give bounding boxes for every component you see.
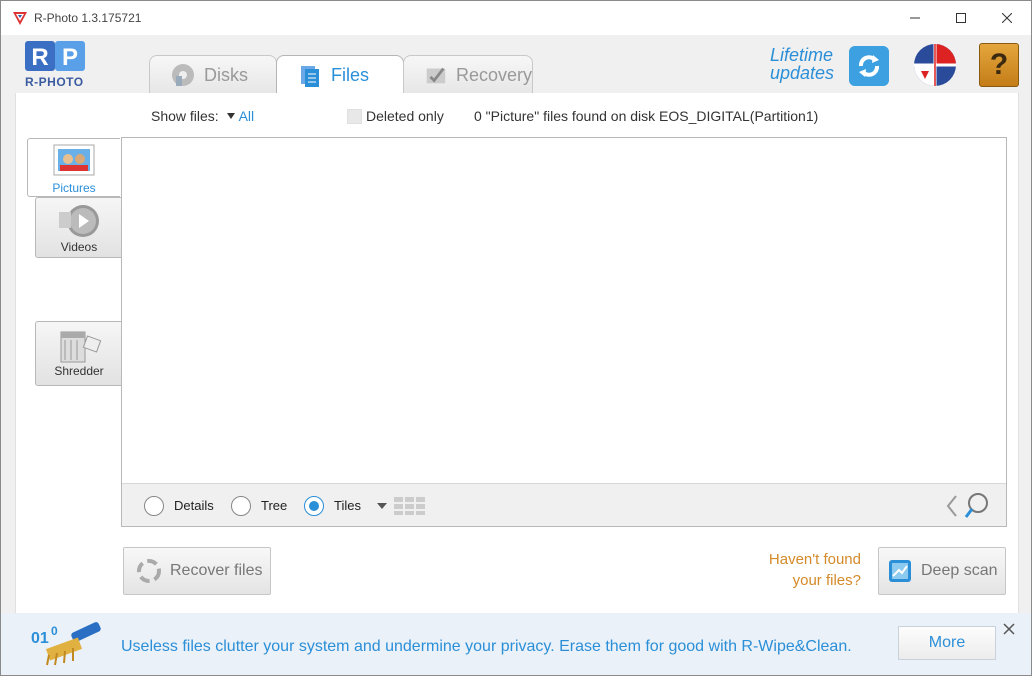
sidebar-item-pictures[interactable]: Pictures (27, 138, 120, 197)
maximize-button[interactable] (938, 1, 984, 35)
recover-files-label: Recover files (170, 562, 263, 579)
tab-disks[interactable]: Disks (149, 55, 277, 94)
search-icon[interactable] (944, 490, 994, 522)
sidebar-item-label: Pictures (52, 181, 96, 195)
tab-files[interactable]: Files (276, 55, 404, 95)
files-panel: Details Tree Tiles (121, 137, 1007, 527)
help-button[interactable]: ? (979, 43, 1019, 87)
title-bar: R-Photo 1.3.175721 (1, 1, 1031, 35)
details-label: Details (174, 498, 214, 513)
disk-icon (172, 64, 194, 86)
window-title: R-Photo 1.3.175721 (34, 11, 142, 25)
ad-text: Useless files clutter your system and un… (121, 638, 852, 655)
sidebar-item-shredder[interactable]: Shredder (35, 321, 123, 386)
recovery-icon (426, 67, 446, 84)
close-button[interactable] (984, 1, 1030, 35)
checkbox-box[interactable] (347, 108, 362, 124)
video-play-icon (59, 205, 99, 237)
chevron-down-icon (226, 113, 235, 120)
deleted-only-checkbox[interactable]: Deleted only (347, 108, 444, 124)
minimize-icon (910, 17, 920, 19)
sidebar-item-label: Shredder (54, 364, 104, 378)
r-photo-logo-icon: R P (25, 41, 85, 71)
svg-text:01: 01 (31, 630, 49, 647)
show-files-label: Show files: (151, 108, 219, 124)
minimize-button[interactable] (892, 1, 938, 35)
deleted-only-label: Deleted only (366, 108, 444, 124)
havent-line2: your files? (792, 572, 861, 589)
question-icon: ? (989, 48, 1009, 81)
sidebar-item-videos[interactable]: Videos (35, 197, 123, 258)
ad-banner: 01 0 Useless files clutter your system a… (1, 613, 1031, 675)
tile-size-dropdown-icon[interactable] (377, 503, 387, 509)
tab-recovery[interactable]: Recovery (403, 55, 533, 94)
lifetime-updates-link[interactable]: Lifetime updates (770, 46, 834, 82)
maximize-icon (956, 13, 966, 23)
recover-files-button[interactable]: Recover files (123, 547, 271, 595)
tab-label: Files (331, 65, 370, 85)
view-mode-bar: Details Tree Tiles (122, 483, 1006, 526)
sidebar-item-label: Videos (60, 240, 98, 254)
more-button[interactable]: More (898, 626, 996, 660)
app-window: R-Photo 1.3.175721 R P R-PHOTO Disks Fil… (0, 0, 1032, 676)
ad-close-icon[interactable] (1001, 621, 1017, 637)
deep-scan-button[interactable]: Deep scan (878, 547, 1006, 595)
language-flag-icon[interactable] (913, 43, 957, 87)
tiles-radio[interactable] (304, 496, 324, 516)
deep-scan-label: Deep scan (921, 562, 998, 579)
tree-radio[interactable] (231, 496, 251, 516)
logo-text: R-PHOTO (25, 75, 84, 89)
svg-text:0: 0 (51, 624, 58, 638)
status-text: 0 "Picture" files found on disk EOS_DIGI… (474, 108, 819, 124)
close-icon (1002, 13, 1012, 23)
pictures-icon (53, 144, 95, 176)
files-icon (301, 65, 319, 87)
right-frame (1017, 93, 1031, 613)
updates-line1: Lifetime (770, 45, 834, 65)
havent-found-text: Haven't found your files? (741, 549, 861, 591)
havent-line1: Haven't found (768, 551, 861, 568)
recycle-icon (137, 559, 161, 583)
tab-label: Recovery (455, 64, 532, 85)
tree-label: Tree (261, 498, 288, 513)
svg-text:R: R (31, 44, 48, 71)
left-frame (1, 93, 15, 613)
wipe-clean-brush-icon: 01 0 (31, 622, 101, 666)
show-files-filter[interactable]: Show files: All (151, 108, 254, 124)
r-photo-app-icon (13, 12, 27, 25)
svg-text:P: P (62, 44, 78, 71)
tiles-label: Tiles (334, 498, 361, 513)
tab-label: Disks (204, 64, 248, 85)
deep-scan-icon (889, 560, 911, 582)
shredder-icon (60, 331, 102, 363)
show-files-value[interactable]: All (239, 108, 255, 124)
details-radio[interactable] (144, 496, 164, 516)
tile-grid-icon[interactable] (394, 497, 426, 515)
updates-line2: updates (770, 63, 835, 83)
refresh-icon[interactable] (849, 46, 889, 86)
